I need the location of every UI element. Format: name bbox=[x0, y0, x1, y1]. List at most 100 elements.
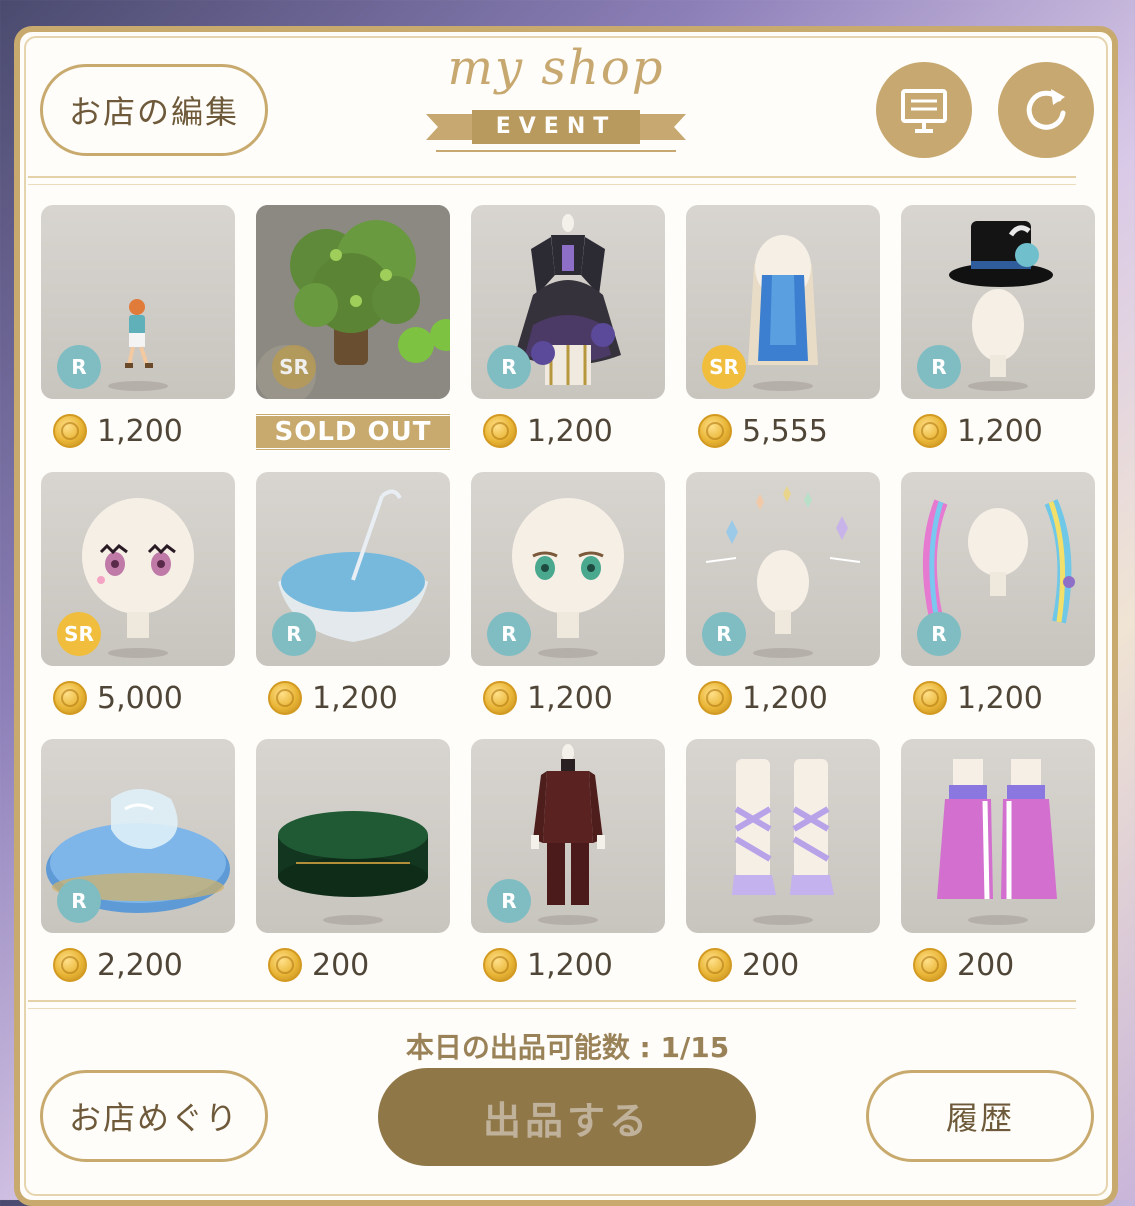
coin-icon bbox=[483, 681, 517, 715]
refresh-icon bbox=[1026, 89, 1066, 130]
item-shadow bbox=[108, 381, 168, 391]
item-tile: R bbox=[256, 472, 450, 666]
item-tile: R bbox=[686, 472, 880, 666]
item-tile: SR bbox=[686, 205, 880, 399]
history-button[interactable]: 履歴 bbox=[866, 1070, 1094, 1162]
top-divider bbox=[28, 176, 1076, 178]
coin-icon bbox=[53, 948, 87, 982]
edit-shop-button[interactable]: お店の編集 bbox=[40, 64, 268, 156]
shop-item-boy-figure[interactable]: R 1,200 bbox=[41, 205, 235, 465]
list-item-button[interactable]: 出品する bbox=[378, 1068, 756, 1166]
shop-item-brown-suit[interactable]: R 1,200 bbox=[471, 739, 665, 999]
coin-icon bbox=[698, 414, 732, 448]
coin-icon bbox=[913, 681, 947, 715]
price-value: 1,200 bbox=[527, 413, 613, 449]
rarity-badge: SR bbox=[57, 612, 101, 656]
notice-board-icon bbox=[901, 89, 947, 133]
sold-out-banner: SOLD OUT bbox=[256, 413, 450, 451]
item-price: 1,200 bbox=[483, 678, 613, 718]
price-value: 5,555 bbox=[742, 413, 828, 449]
price-value: 200 bbox=[742, 947, 800, 983]
logo-underline bbox=[436, 150, 676, 152]
item-shadow bbox=[753, 648, 813, 658]
item-price: 5,000 bbox=[53, 678, 183, 718]
coin-icon bbox=[53, 414, 87, 448]
my-shop-event-logo: my shop EVENT bbox=[418, 40, 694, 160]
price-value: 1,200 bbox=[312, 680, 398, 716]
price-value: 5,000 bbox=[97, 680, 183, 716]
item-shadow bbox=[538, 915, 598, 925]
shop-item-blue-long-hair[interactable]: SR 5,555 bbox=[686, 205, 880, 465]
shop-item-green-pedestal[interactable]: 200 bbox=[256, 739, 450, 999]
item-tile: R bbox=[471, 739, 665, 933]
green-pedestal-icon bbox=[278, 811, 428, 897]
item-price: 200 bbox=[268, 945, 369, 985]
item-price: 1,200 bbox=[913, 411, 1043, 451]
shop-item-pink-eyes-face[interactable]: SR 5,000 bbox=[41, 472, 235, 732]
shop-item-top-hat[interactable]: R 1,200 bbox=[901, 205, 1095, 465]
item-price: 1,200 bbox=[268, 678, 398, 718]
item-shadow bbox=[323, 915, 383, 925]
coin-icon bbox=[268, 681, 302, 715]
coin-icon bbox=[698, 948, 732, 982]
coin-icon bbox=[913, 948, 947, 982]
item-price: 2,200 bbox=[53, 945, 183, 985]
shop-item-green-eyes-face[interactable]: R 1,200 bbox=[471, 472, 665, 732]
rarity-badge: R bbox=[272, 612, 316, 656]
shop-item-rainbow-braids[interactable]: R 1,200 bbox=[901, 472, 1095, 732]
refresh-button[interactable] bbox=[998, 62, 1094, 158]
coin-icon bbox=[913, 414, 947, 448]
item-price: 1,200 bbox=[483, 411, 613, 451]
bottom-divider bbox=[28, 1000, 1076, 1002]
bottom-divider-inner bbox=[28, 1008, 1076, 1009]
item-tile bbox=[686, 739, 880, 933]
shop-item-apple-tree[interactable]: SR SOLD OUT bbox=[256, 205, 450, 465]
top-divider-inner bbox=[28, 184, 1076, 185]
coin-icon bbox=[483, 948, 517, 982]
rarity-badge: SR bbox=[272, 345, 316, 389]
shop-tour-button[interactable]: お店めぐり bbox=[40, 1070, 268, 1162]
item-tile: R bbox=[41, 739, 235, 933]
notice-board-button[interactable] bbox=[876, 62, 972, 158]
item-price: 1,200 bbox=[483, 945, 613, 985]
logo-subtitle: EVENT bbox=[495, 114, 617, 139]
rarity-badge: R bbox=[917, 345, 961, 389]
item-tile: R bbox=[41, 205, 235, 399]
rarity-badge: R bbox=[702, 612, 746, 656]
price-value: 1,200 bbox=[527, 947, 613, 983]
shop-item-pink-pants[interactable]: 200 bbox=[901, 739, 1095, 999]
lavender-boots-icon bbox=[732, 759, 834, 895]
item-tile bbox=[256, 739, 450, 933]
rarity-badge: SR bbox=[702, 345, 746, 389]
item-price: 1,200 bbox=[913, 678, 1043, 718]
shop-item-crystal-halo[interactable]: R 1,200 bbox=[686, 472, 880, 732]
shop-item-lavender-boots[interactable]: 200 bbox=[686, 739, 880, 999]
item-shadow bbox=[753, 381, 813, 391]
item-shadow bbox=[968, 381, 1028, 391]
item-price: 5,555 bbox=[698, 411, 828, 451]
item-tile: R bbox=[901, 472, 1095, 666]
item-price: 200 bbox=[913, 945, 1014, 985]
item-shadow bbox=[968, 915, 1028, 925]
item-tile: R bbox=[471, 472, 665, 666]
rarity-badge: R bbox=[917, 612, 961, 656]
price-value: 200 bbox=[957, 947, 1015, 983]
item-price: 200 bbox=[698, 945, 799, 985]
price-value: 1,200 bbox=[527, 680, 613, 716]
rarity-badge: R bbox=[487, 612, 531, 656]
coin-icon bbox=[698, 681, 732, 715]
pink-pants-icon bbox=[937, 759, 1057, 900]
price-value: 200 bbox=[312, 947, 370, 983]
rarity-badge: R bbox=[57, 879, 101, 923]
item-tile: R bbox=[471, 205, 665, 399]
item-shadow bbox=[753, 915, 813, 925]
item-price: 1,200 bbox=[698, 678, 828, 718]
rarity-badge: R bbox=[57, 345, 101, 389]
daily-listing-counter: 本日の出品可能数 : 1/15 bbox=[405, 1031, 730, 1064]
rarity-badge: R bbox=[487, 345, 531, 389]
price-value: 1,200 bbox=[957, 680, 1043, 716]
item-shadow bbox=[538, 648, 598, 658]
shop-item-glass-slipper[interactable]: R 2,200 bbox=[41, 739, 235, 999]
shop-item-gothic-dress[interactable]: R 1,200 bbox=[471, 205, 665, 465]
shop-item-umbrella[interactable]: R 1,200 bbox=[256, 472, 450, 732]
